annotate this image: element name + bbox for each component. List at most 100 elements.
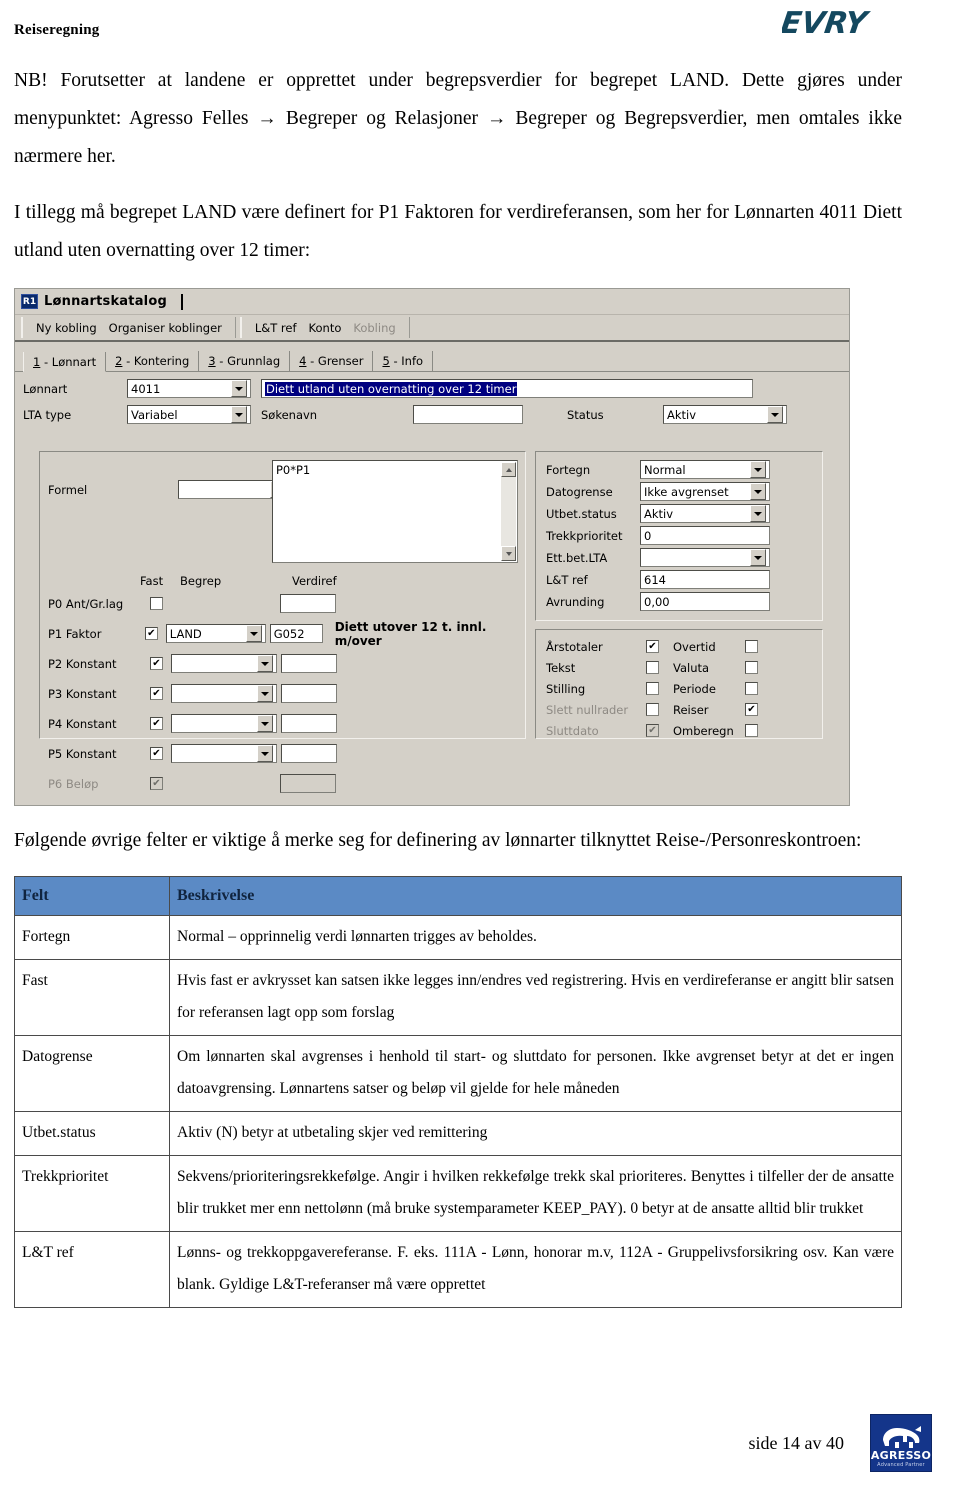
input-lta-type[interactable]: Variabel <box>127 405 251 424</box>
input-verdiref-p3[interactable] <box>281 684 337 703</box>
label-utbet-status: Utbet.status <box>546 506 617 521</box>
input-lonnart-code[interactable]: 4011 <box>127 379 251 398</box>
value-datogrense: Ikke avgrenset <box>644 484 729 499</box>
label-omberegn: Omberegn <box>673 723 734 738</box>
panel-options-checkboxes: Årstotaler Overtid Tekst Valuta Stilling… <box>535 629 823 739</box>
column-header-felt: Felt <box>14 876 170 916</box>
input-begrep-p4[interactable] <box>171 714 277 733</box>
checkbox-fast-p0[interactable] <box>150 597 163 610</box>
toolbar-button-konto[interactable]: Konto <box>303 321 348 335</box>
checkbox-omberegn[interactable] <box>745 724 758 737</box>
label-stilling: Stilling <box>546 681 586 696</box>
post-screenshot-text: Følgende øvrige felter er viktige å merk… <box>0 822 960 860</box>
table-row: Trekkprioritet Sekvens/prioriteringsrekk… <box>14 1155 902 1232</box>
checkbox-fast-p2[interactable] <box>150 657 163 670</box>
param-label-p5: P5 Konstant <box>48 746 117 761</box>
chevron-down-icon[interactable] <box>257 655 273 672</box>
chevron-down-icon[interactable] <box>750 549 766 566</box>
chevron-down-icon[interactable] <box>767 406 783 423</box>
application-window-screenshot: R1 Lønnartskatalog Ny kobling Organiser … <box>14 288 850 806</box>
label-ettbet-lta: Ett.bet.LTA <box>546 550 608 565</box>
scroll-down-icon[interactable] <box>501 546 516 561</box>
checkbox-fast-p3[interactable] <box>150 687 163 700</box>
input-verdiref-p0[interactable] <box>280 594 336 613</box>
toolbar-button-ny-kobling[interactable]: Ny kobling <box>30 321 103 335</box>
param-row-p1: P1 Faktor LAND G052 Diett utover 12 t. i… <box>48 620 525 648</box>
table-row: Datogrense Om lønnarten skal avgrenses i… <box>14 1035 902 1112</box>
header-begrep: Begrep <box>180 574 222 588</box>
chevron-down-icon[interactable] <box>750 505 766 522</box>
cell-felt-utbet-status: Utbet.status <box>14 1111 170 1156</box>
input-verdiref-p2[interactable] <box>281 654 337 673</box>
checkbox-arstotaler[interactable] <box>646 640 659 653</box>
checkbox-sluttdato <box>646 724 659 737</box>
checkbox-overtid[interactable] <box>745 640 758 653</box>
intro-paragraph-1: NB! Forutsetter at landene er opprettet … <box>14 70 902 167</box>
cell-beskrivelse-lt-ref: Lønns- og trekkoppgavereferanse. F. eks.… <box>169 1231 902 1308</box>
input-trekkprioritet[interactable]: 0 <box>640 526 770 545</box>
column-header-beskrivelse: Beskrivelse <box>169 876 902 916</box>
tab-2-kontering[interactable]: 2 - Kontering <box>106 351 200 371</box>
input-utbet-status[interactable]: Aktiv <box>640 504 770 523</box>
input-status[interactable]: Aktiv <box>663 405 787 424</box>
input-avrunding[interactable]: 0,00 <box>640 592 770 611</box>
checkbox-periode[interactable] <box>745 682 758 695</box>
checkbox-fast-p5[interactable] <box>150 747 163 760</box>
input-datogrense[interactable]: Ikke avgrenset <box>640 482 770 501</box>
tab-2-number: 2 <box>115 354 123 368</box>
checkbox-tekst[interactable] <box>646 661 659 674</box>
chevron-down-icon[interactable] <box>750 461 766 478</box>
label-tekst: Tekst <box>546 660 576 675</box>
value-lonnart-code: 4011 <box>131 381 161 396</box>
checkbox-fast-p1[interactable] <box>144 627 158 640</box>
chevron-down-icon[interactable] <box>231 380 247 397</box>
toolbar-button-organiser-koblinger[interactable]: Organiser koblinger <box>103 321 228 335</box>
tab-1-lonnart[interactable]: 1 - Lønnart <box>23 352 107 372</box>
checkbox-row-arstotaler: Årstotaler Overtid <box>546 637 812 656</box>
input-ettbet-lta[interactable] <box>640 548 770 567</box>
label-slett-nullrader: Slett nullrader <box>546 702 629 717</box>
chevron-down-icon[interactable] <box>257 715 273 732</box>
chevron-down-icon[interactable] <box>750 483 766 500</box>
tab-3-grunnlag[interactable]: 3 - Grunnlag <box>199 351 291 371</box>
checkbox-stilling[interactable] <box>646 682 659 695</box>
input-begrep-p3[interactable] <box>171 684 277 703</box>
label-sluttdato: Sluttdato <box>546 723 599 738</box>
tab-3-number: 3 <box>208 354 216 368</box>
chevron-down-icon[interactable] <box>257 685 273 702</box>
tab-strip: 1 - Lønnart 2 - Kontering 3 - Grunnlag 4… <box>15 350 849 372</box>
table-row: Fortegn Normal – opprinnelig verdi lønna… <box>14 915 902 960</box>
checkbox-reiser[interactable] <box>745 703 758 716</box>
input-lt-ref[interactable]: 614 <box>640 570 770 589</box>
input-verdiref-p1[interactable]: G052 <box>269 624 323 643</box>
chevron-down-icon[interactable] <box>245 625 262 642</box>
checkbox-valuta[interactable] <box>745 661 758 674</box>
input-begrep-p1[interactable]: LAND <box>165 624 266 643</box>
input-verdiref-p5[interactable] <box>281 744 337 763</box>
tab-4-grenser[interactable]: 4 - Grenser <box>290 351 374 371</box>
checkbox-fast-p4[interactable] <box>150 717 163 730</box>
label-datogrense: Datogrense <box>546 484 613 499</box>
input-begrep-p2[interactable] <box>171 654 277 673</box>
window-titlebar: R1 Lønnartskatalog <box>15 289 849 315</box>
formula-textarea[interactable]: P0*P1 <box>272 460 518 563</box>
checkbox-fast-p6 <box>150 777 163 790</box>
toolbar-button-lt-ref[interactable]: L&T ref <box>249 321 303 335</box>
formula-scrollbar[interactable] <box>501 462 516 561</box>
label-formel: Formel <box>48 482 88 497</box>
input-lonnart-name[interactable]: Diett utland uten overnatting over 12 ti… <box>261 379 753 398</box>
chevron-down-icon[interactable] <box>257 745 273 762</box>
chevron-down-icon[interactable] <box>231 406 247 423</box>
label-arstotaler: Årstotaler <box>546 639 603 654</box>
cell-felt-fortegn: Fortegn <box>14 915 170 960</box>
param-row-p5: P5 Konstant <box>48 744 337 763</box>
tab-1-label: - Lønnart <box>43 354 97 369</box>
page-header: Reiseregning EVRY <box>0 0 960 62</box>
input-begrep-p5[interactable] <box>171 744 277 763</box>
tab-5-info[interactable]: 5 - Info <box>373 351 434 371</box>
input-verdiref-p4[interactable] <box>281 714 337 733</box>
field-description-table: Felt Beskrivelse Fortegn Normal – opprin… <box>14 876 902 1308</box>
input-fortegn[interactable]: Normal <box>640 460 770 479</box>
input-sokenavn[interactable] <box>413 405 523 424</box>
scroll-up-icon[interactable] <box>501 462 516 477</box>
